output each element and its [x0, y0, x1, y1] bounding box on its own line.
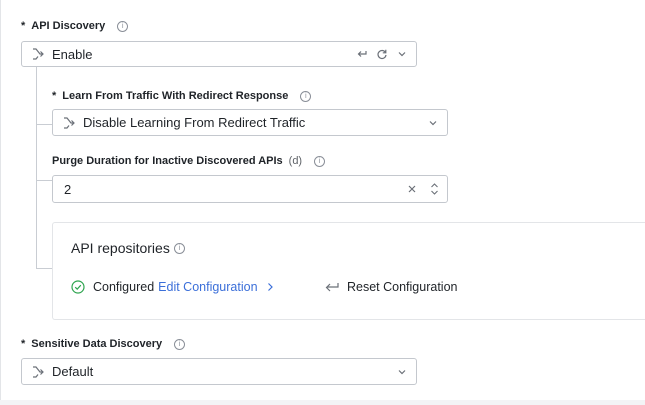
purge-duration-input[interactable]: 2 [52, 175, 448, 203]
tree-connector [36, 67, 37, 269]
configured-status-text: Configured [93, 280, 155, 294]
tree-branch [36, 180, 52, 181]
tree-branch [36, 124, 52, 125]
learn-redirect-select[interactable]: Disable Learning From Redirect Traffic [52, 109, 448, 136]
check-circle-icon [71, 280, 85, 294]
learn-redirect-label-text: Learn From Traffic With Redirect Respons… [62, 90, 289, 102]
chevron-down-icon[interactable] [427, 117, 439, 129]
merge-icon [62, 116, 76, 130]
reset-icon [324, 281, 340, 293]
chevron-right-icon[interactable] [266, 282, 274, 292]
quantity-stepper[interactable] [430, 182, 439, 196]
purge-duration-label: Purge Duration for Inactive Discovered A… [52, 155, 326, 167]
api-discovery-value: Enable [52, 46, 93, 62]
reset-configuration-label: Reset Configuration [347, 280, 458, 294]
info-icon[interactable]: i [117, 20, 129, 32]
chevron-down-icon[interactable] [396, 366, 408, 378]
info-icon[interactable]: i [174, 338, 186, 350]
api-discovery-select[interactable]: Enable [21, 41, 417, 67]
form-panel: * API Discovery i Enable * Learn From Tr… [0, 0, 645, 400]
required-mark: * [21, 20, 26, 32]
purge-duration-unit: (d) [288, 155, 303, 167]
undo-icon[interactable] [356, 48, 368, 60]
required-mark: * [52, 90, 57, 102]
stepper-up-icon[interactable] [430, 182, 439, 188]
sensitive-data-select[interactable]: Default [21, 358, 417, 385]
sensitive-data-label: * Sensitive Data Discovery i [21, 338, 186, 350]
api-discovery-label: * API Discovery i [21, 20, 129, 32]
edit-configuration-link[interactable]: Edit Configuration [158, 280, 257, 294]
api-repositories-card: API repositories i Configured Edit Confi… [52, 222, 645, 320]
clear-icon[interactable] [406, 183, 418, 195]
refresh-icon[interactable] [376, 48, 388, 60]
merge-icon [31, 365, 45, 379]
reset-configuration-button[interactable]: Reset Configuration [324, 280, 457, 294]
purge-duration-value[interactable]: 2 [53, 182, 406, 197]
info-icon[interactable]: i [314, 155, 326, 167]
sensitive-data-label-text: Sensitive Data Discovery [31, 338, 163, 350]
learn-redirect-value: Disable Learning From Redirect Traffic [83, 115, 306, 130]
purge-duration-label-text: Purge Duration for Inactive Discovered A… [52, 155, 283, 167]
tree-branch [36, 268, 52, 269]
info-icon[interactable]: i [173, 242, 185, 254]
configuration-status: Configured Edit Configuration [71, 280, 274, 294]
stepper-down-icon[interactable] [430, 190, 439, 196]
api-discovery-label-text: API Discovery [31, 20, 106, 32]
chevron-down-icon[interactable] [396, 48, 408, 60]
api-repositories-title-text: API repositories [71, 240, 170, 256]
info-icon[interactable]: i [300, 90, 312, 102]
sensitive-data-value: Default [52, 364, 94, 379]
required-mark: * [21, 338, 26, 350]
learn-redirect-label: * Learn From Traffic With Redirect Respo… [52, 90, 312, 102]
merge-icon [31, 47, 45, 61]
api-repositories-title: API repositories i [71, 240, 185, 256]
